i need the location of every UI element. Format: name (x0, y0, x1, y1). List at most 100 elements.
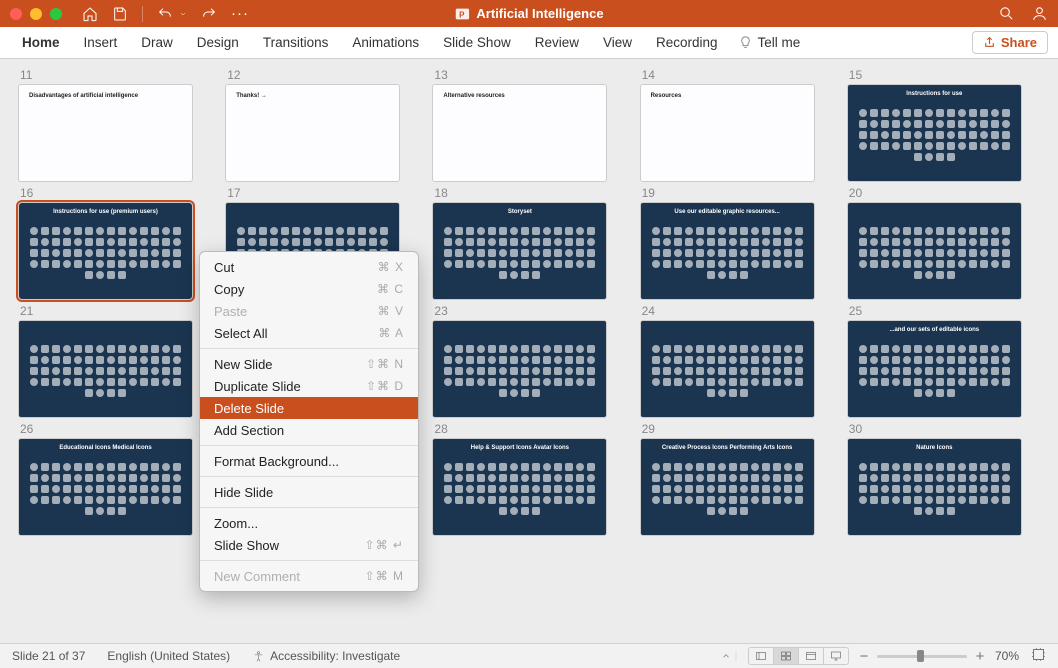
chevron-up-icon (721, 651, 731, 661)
window-minimize[interactable] (30, 8, 42, 20)
context-menu-shortcut: ⌘ C (377, 282, 404, 296)
slide-thumbnail[interactable]: Disadvantages of artificial intelligence (18, 84, 193, 182)
slide-thumbnail[interactable] (640, 320, 815, 418)
context-menu-label: New Comment (214, 569, 300, 584)
slide-cell: 29 Creative Process Icons Performing Arts… (640, 418, 833, 536)
share-button[interactable]: Share (972, 31, 1048, 54)
comments-toggle[interactable] (721, 651, 740, 661)
slide-cell: 16Instructions for use (premium users) (18, 182, 211, 300)
home-icon[interactable] (82, 6, 98, 22)
ribbon-tab-review[interactable]: Review (523, 27, 591, 58)
slide-thumb-body (858, 223, 1011, 291)
accessibility-status[interactable]: Accessibility: Investigate (252, 649, 400, 663)
divider-icon (732, 651, 740, 661)
slide-thumbnail[interactable]: Use our editable graphic resources... (640, 202, 815, 300)
tellme-label: Tell me (758, 35, 801, 50)
slide-cell: 19Use our editable graphic resources... (640, 182, 833, 300)
slide-thumbnail[interactable] (18, 320, 193, 418)
ribbon-tab-slide-show[interactable]: Slide Show (431, 27, 523, 58)
titlebar: ··· P Artificial Intelligence (0, 0, 1058, 27)
window-close[interactable] (10, 8, 22, 20)
context-menu: Cut⌘ XCopy⌘ CPaste⌘ VSelect All⌘ ANew Sl… (199, 251, 419, 592)
slide-thumbnail[interactable]: Alternative resources (432, 84, 607, 182)
context-menu-shortcut: ⇧⌘ D (366, 379, 404, 393)
slide-thumbnail[interactable]: Help & Support Icons Avatar Icons (432, 438, 607, 536)
slide-thumbnail[interactable]: Nature Icons (847, 438, 1022, 536)
ribbon-tab-insert[interactable]: Insert (72, 27, 130, 58)
slide-thumbnail[interactable]: Instructions for use (premium users) (18, 202, 193, 300)
slide-thumbnail[interactable]: Storyset (432, 202, 607, 300)
slide-thumb-body (858, 341, 1011, 409)
slide-thumbnail[interactable] (847, 202, 1022, 300)
slide-thumb-body (651, 459, 804, 527)
sorter-view-button[interactable] (773, 647, 799, 665)
quick-access-toolbar: ··· (82, 5, 249, 22)
ribbon-tab-transitions[interactable]: Transitions (251, 27, 341, 58)
more-icon[interactable]: ··· (231, 5, 249, 22)
undo-icon[interactable] (157, 6, 173, 22)
slide-number: 21 (20, 304, 211, 318)
save-icon[interactable] (112, 6, 128, 22)
ribbon-tab-design[interactable]: Design (185, 27, 251, 58)
context-menu-item-delete-slide[interactable]: Delete Slide (200, 397, 418, 419)
slide-thumbnail[interactable]: Creative Process Icons Performing Arts I… (640, 438, 815, 536)
language[interactable]: English (United States) (107, 649, 230, 663)
slide-number: 24 (642, 304, 833, 318)
slide-thumbnail[interactable]: Thanks! → (225, 84, 400, 182)
user-icon[interactable] (1031, 5, 1048, 22)
slide-number: 29 (642, 422, 833, 436)
context-menu-item-copy[interactable]: Copy ⌘ C (200, 278, 418, 300)
slide-number: 13 (434, 68, 625, 82)
slide-thumb-title: Use our editable graphic resources... (641, 209, 814, 215)
context-menu-item-duplicate-slide[interactable]: Duplicate Slide⇧⌘ D (200, 375, 418, 397)
context-menu-item-select-all[interactable]: Select All⌘ A (200, 322, 418, 344)
slide-thumb-title: Storyset (433, 209, 606, 215)
slide-thumb-title: Resources (651, 93, 682, 99)
slide-thumbnail[interactable]: Resources (640, 84, 815, 182)
ribbon-tab-view[interactable]: View (591, 27, 644, 58)
context-menu-shortcut: ⇧⌘ M (365, 569, 404, 583)
window-maximize[interactable] (50, 8, 62, 20)
zoom-thumb[interactable] (917, 650, 924, 662)
powerpoint-icon: P (454, 6, 470, 22)
ribbon-tab-draw[interactable]: Draw (129, 27, 185, 58)
context-menu-item-new-slide[interactable]: New Slide⇧⌘ N (200, 353, 418, 375)
context-menu-item-format-background[interactable]: Format Background... (200, 450, 418, 472)
slide-thumb-body (29, 223, 182, 291)
reading-view-button[interactable] (798, 647, 824, 665)
tellme[interactable]: Tell me (738, 35, 801, 50)
zoom-level[interactable]: 70% (995, 649, 1019, 663)
zoom-slider[interactable] (877, 655, 967, 658)
search-icon[interactable] (998, 5, 1015, 22)
slide-thumbnail[interactable]: Educational Icons Medical Icons (18, 438, 193, 536)
ribbon-tab-recording[interactable]: Recording (644, 27, 730, 58)
context-menu-item-new-comment: New Comment ⇧⌘ M (200, 565, 418, 587)
zoom-out-button[interactable]: − (857, 649, 871, 663)
undo-dropdown-icon[interactable] (179, 6, 187, 22)
context-menu-item-zoom[interactable]: Zoom... (200, 512, 418, 534)
slide-sorter[interactable]: 11Disadvantages of artificial intelligen… (0, 60, 1058, 643)
zoom-in-button[interactable]: + (973, 649, 987, 663)
context-menu-shortcut: ⌘ V (378, 304, 404, 318)
context-menu-separator (200, 445, 418, 446)
slide-thumb-title: ...and our sets of editable icons (848, 327, 1021, 333)
redo-icon[interactable] (201, 6, 217, 22)
slideshow-view-button[interactable] (823, 647, 849, 665)
context-menu-item-slide-show[interactable]: Slide Show⇧⌘ ↵ (200, 534, 418, 556)
slide-cell: 13 Alternative resources (432, 64, 625, 182)
zoom-to-fit-button[interactable] (1027, 647, 1046, 665)
context-menu-item-add-section[interactable]: Add Section (200, 419, 418, 441)
context-menu-item-cut[interactable]: Cut⌘ X (200, 256, 418, 278)
slide-thumbnail[interactable] (432, 320, 607, 418)
slide-thumbnail[interactable]: Instructions for use (847, 84, 1022, 182)
context-menu-label: Copy (214, 282, 244, 297)
ribbon-tab-animations[interactable]: Animations (340, 27, 431, 58)
ribbon-tab-home[interactable]: Home (10, 27, 72, 58)
slide-info[interactable]: Slide 21 of 37 (12, 649, 85, 663)
slide-thumb-title: Alternative resources (443, 93, 504, 99)
normal-view-button[interactable] (748, 647, 774, 665)
slide-thumbnail[interactable]: ...and our sets of editable icons (847, 320, 1022, 418)
slide-thumb-title: Thanks! → (236, 93, 267, 99)
context-menu-item-hide-slide[interactable]: Hide Slide (200, 481, 418, 503)
slide-cell: 14Resources (640, 64, 833, 182)
